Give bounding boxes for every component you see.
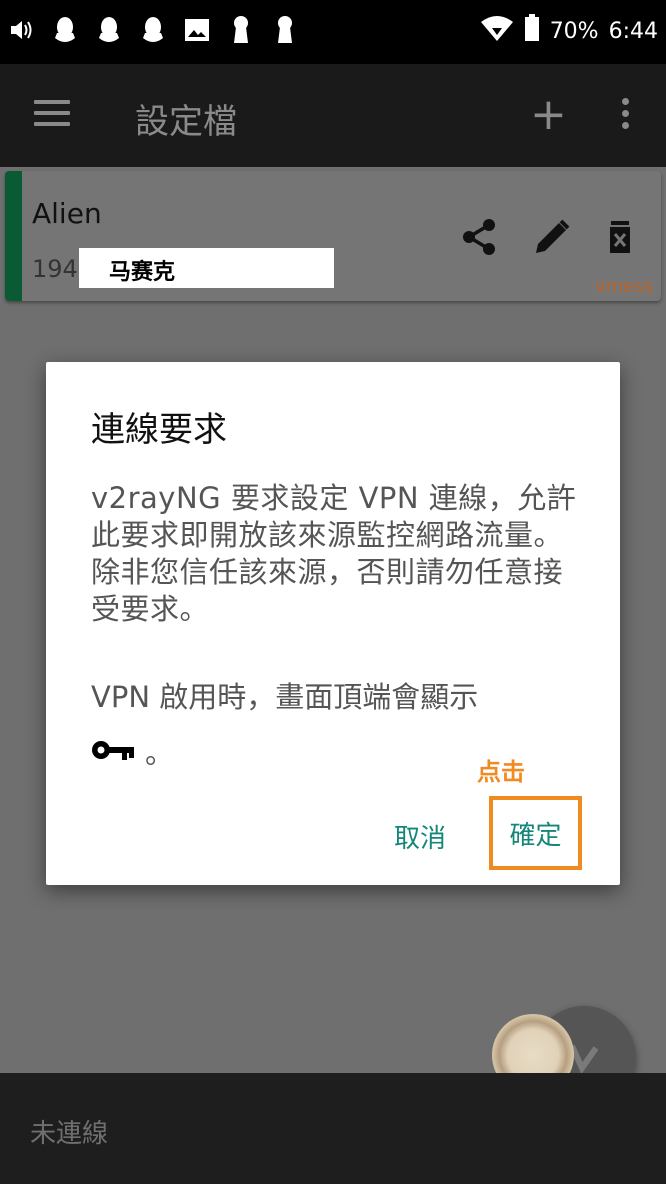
menu-icon[interactable] bbox=[34, 100, 70, 130]
key-suffix: 。 bbox=[145, 736, 175, 770]
ok-highlight-box: 確定 bbox=[489, 796, 582, 870]
wifi-icon bbox=[480, 14, 514, 48]
key-indicator: 。 bbox=[91, 730, 174, 772]
status-bar: 70% 6:44 bbox=[0, 0, 666, 64]
key-icon bbox=[91, 734, 135, 768]
connection-status: 未連線 bbox=[30, 1119, 109, 1149]
page-title: 設定檔 bbox=[135, 102, 237, 142]
app-toolbar: 設定檔 + bbox=[0, 64, 666, 167]
battery-icon bbox=[524, 14, 540, 48]
dialog-message-vpn-hint: VPN 啟用時，畫面頂端會顯示 bbox=[91, 680, 479, 714]
ok-button[interactable]: 確定 bbox=[509, 815, 561, 852]
edit-icon[interactable] bbox=[532, 217, 572, 257]
qq-icon bbox=[94, 14, 124, 46]
click-hint-annotation: 点击 bbox=[477, 758, 525, 786]
selected-indicator bbox=[5, 171, 22, 301]
volume-icon bbox=[6, 14, 36, 46]
clock: 6:44 bbox=[608, 18, 658, 44]
share-icon[interactable] bbox=[460, 217, 500, 257]
profile-card[interactable]: Alien 194 马赛克 vmess bbox=[5, 171, 661, 301]
redaction-box: 马赛克 bbox=[79, 248, 334, 288]
add-icon[interactable]: + bbox=[530, 90, 567, 140]
vpn-connection-dialog: 連線要求 v2rayNG 要求設定 VPN 連線，允許此要求即開放該來源監控網路… bbox=[46, 362, 620, 885]
qq-icon bbox=[50, 14, 80, 46]
delete-icon[interactable] bbox=[605, 217, 645, 257]
notification-icons bbox=[6, 14, 300, 46]
profile-name: Alien bbox=[32, 197, 102, 230]
keyhole-icon bbox=[270, 14, 300, 46]
status-right: 70% 6:44 bbox=[480, 14, 658, 48]
bottom-status-bar: 未連線 bbox=[0, 1073, 666, 1184]
dialog-message: v2rayNG 要求設定 VPN 連線，允許此要求即開放該來源監控網路流量。除非… bbox=[91, 481, 577, 626]
qq-icon bbox=[138, 14, 168, 46]
image-icon bbox=[182, 14, 212, 46]
battery-percent: 70% bbox=[549, 18, 599, 44]
cancel-button[interactable]: 取消 bbox=[394, 818, 446, 855]
dialog-title: 連線要求 bbox=[91, 410, 227, 450]
more-vert-icon[interactable] bbox=[612, 98, 638, 134]
keyhole-icon bbox=[226, 14, 256, 46]
profile-address: 194 bbox=[32, 255, 78, 283]
protocol-label: vmess bbox=[594, 276, 653, 297]
